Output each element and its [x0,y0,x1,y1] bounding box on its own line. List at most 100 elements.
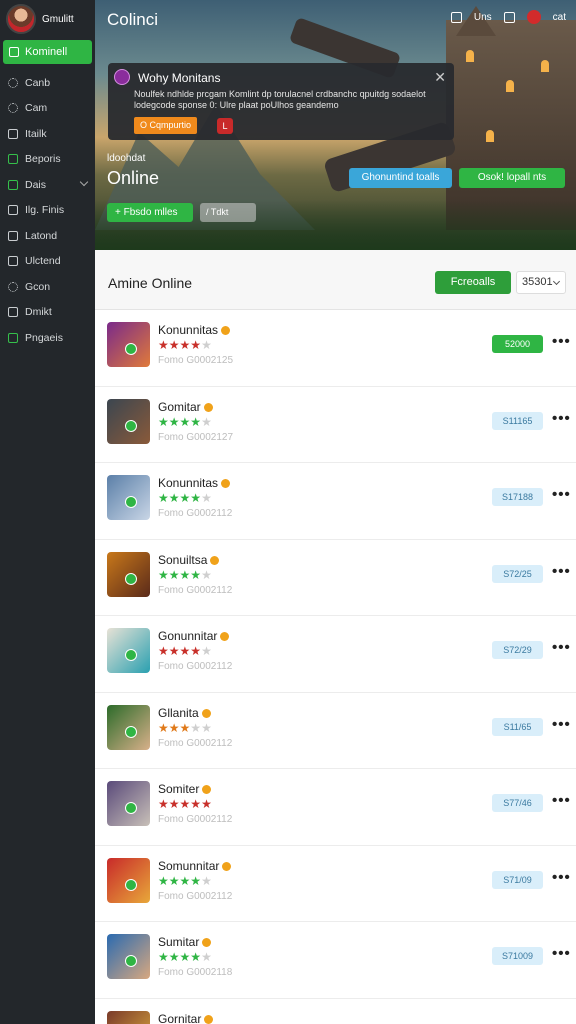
star-icon: ★ [158,873,169,888]
sidebar: Gmulitt Kominell Canb Cam Itailk Beporis Dai… [0,0,95,1024]
chart-icon [8,154,18,165]
hero-green-button[interactable]: Osok! lopall nts [459,168,565,188]
list-item[interactable]: Somunnitar ★★★★★ Fomo G0002112 S71/09 ••• [95,846,576,922]
more-options-icon[interactable]: ••• [552,563,571,580]
sidebar-item[interactable]: Dmikt [0,300,95,326]
status-badge[interactable]: S71009 [492,947,543,965]
online-status-icon [125,725,137,738]
star-icon: ★ [179,950,191,964]
top-label[interactable]: cat [553,12,566,23]
edit-button[interactable]: / Tdkt [200,203,256,222]
sidebar-item-label: Dmikt [25,306,52,319]
game-meta: Fomo G0002112 [158,890,233,902]
hero-blue-button[interactable]: Ghonuntind toalls [349,168,452,188]
sidebar-item-active[interactable]: Kominell [3,40,92,64]
sidebar-item-label: Itailk [25,127,47,140]
status-badge[interactable]: S77/46 [492,794,543,812]
list-item[interactable]: Gonunnitar ★★★★★ Fomo G0002112 S72/29 ••• [95,616,576,693]
online-status-icon [125,802,137,814]
star-icon: ★ [158,797,169,811]
star-icon: ★ [179,567,191,582]
list-item[interactable]: Gomitar ★★★★★ Fomo G0002127 S11165 ••• [95,387,576,463]
add-button[interactable]: + Fbsdo mlles [107,203,193,222]
sidebar-item[interactable]: Beporis [0,147,95,173]
rating-stars: ★★★★★ [158,950,212,964]
star-icon: ★ [168,491,180,505]
star-icon: ★ [201,797,212,811]
list-item[interactable]: Somiter ★★★★★ Fomo G0002112 S77/46 ••• [95,769,576,846]
game-meta: Fomo G0002127 [158,431,234,443]
sidebar-item-label: Ilg. Finis [25,204,65,217]
more-options-icon[interactable]: ••• [552,639,571,656]
star-icon: ★ [168,338,180,352]
status-badge[interactable]: S71/09 [492,870,543,889]
forecast-button[interactable]: Fcreoalls [435,271,511,294]
avatar[interactable] [6,4,36,34]
status-badge[interactable]: S17188 [492,488,543,506]
sidebar-item[interactable]: Pngaeis [0,325,95,351]
chart-icon[interactable] [450,11,462,23]
star-icon: ★ [190,720,202,735]
more-options-icon[interactable]: ••• [552,716,571,733]
list-item[interactable]: Konunnitas ★★★★★ Fomo G0002125 52000 ••• [95,310,576,387]
coin-icon [210,555,220,565]
star-icon: ★ [201,644,212,658]
status-badge[interactable]: S11/65 [492,717,543,736]
count-select[interactable]: 35301 [516,271,566,294]
chevron-down-icon[interactable] [79,177,89,187]
star-icon: ★ [179,644,191,658]
more-options-icon[interactable]: ••• [552,333,571,350]
more-options-icon[interactable]: ••• [552,410,571,427]
more-options-icon[interactable]: ••• [552,945,571,962]
star-icon: ★ [179,797,191,811]
coin-icon [201,708,211,718]
rating-stars: ★★★★★ [158,721,212,735]
online-status-icon [125,955,137,967]
notification-badge-button[interactable]: L [217,118,233,134]
star-icon: ★ [179,414,191,429]
star-icon: ★ [168,720,180,735]
status-badge[interactable]: S11165 [492,411,543,430]
sidebar-item[interactable]: Ilg. Finis [0,198,95,224]
rating-stars: ★★★★★ [158,644,212,658]
notification-action-button[interactable]: O Cqmpurtio [134,117,198,134]
star-icon: ★ [201,491,212,505]
notification-icon[interactable] [526,10,541,24]
star-icon: ★ [190,644,202,658]
online-status-icon [125,419,137,432]
close-icon[interactable]: ✕ [434,69,446,86]
sidebar-item[interactable]: Cam [0,96,95,122]
list-item[interactable]: Gornitar★★★★★ [95,999,576,1024]
top-label[interactable]: Uns [474,12,492,23]
more-options-icon[interactable]: ••• [552,486,571,503]
share-icon[interactable] [503,11,515,23]
more-options-icon[interactable]: ••• [552,869,571,886]
online-status-icon [125,343,137,355]
game-meta: Fomo G0002125 [158,355,234,366]
more-options-icon[interactable]: ••• [552,792,571,809]
status-badge[interactable]: S72/25 [492,564,543,583]
online-status-icon [125,496,137,508]
star-icon: ★ [158,720,169,735]
sidebar-item-label: Canb [25,76,51,89]
sidebar-item[interactable]: Gcon [0,274,95,300]
game-thumbnail[interactable] [107,1010,150,1024]
list-item[interactable]: Konunnitas ★★★★★ Fomo G0002112 S17188 ••• [95,463,576,540]
game-name-text: Gornitar [158,1011,202,1024]
list-title: Amine Online [108,275,193,291]
sidebar-item[interactable]: Latond [0,223,95,249]
sidebar-item[interactable]: Dais [0,172,95,198]
status-badge[interactable]: 52000 [492,335,543,353]
sidebar-item[interactable]: Canb [0,70,95,96]
sidebar-item[interactable]: Ulctend [0,249,95,275]
list-item[interactable]: Sumitar ★★★★★ Fomo G0002118 S71009 ••• [95,922,576,999]
game-name: Konunnitas [158,476,231,490]
sidebar-item[interactable]: Itailk [0,121,95,147]
list-item[interactable]: Sonuiltsa ★★★★★ Fomo G0002112 S72/25 ••• [95,540,576,616]
star-icon: ★ [158,567,169,582]
game-meta: Fomo G0002112 [158,661,233,672]
status-badge[interactable]: S72/29 [492,641,543,659]
game-name-text: Gomitar [158,399,201,414]
profile[interactable]: Gmulitt [0,0,95,38]
list-item[interactable]: Gllanita ★★★★★ Fomo G0002112 S11/65 ••• [95,693,576,769]
